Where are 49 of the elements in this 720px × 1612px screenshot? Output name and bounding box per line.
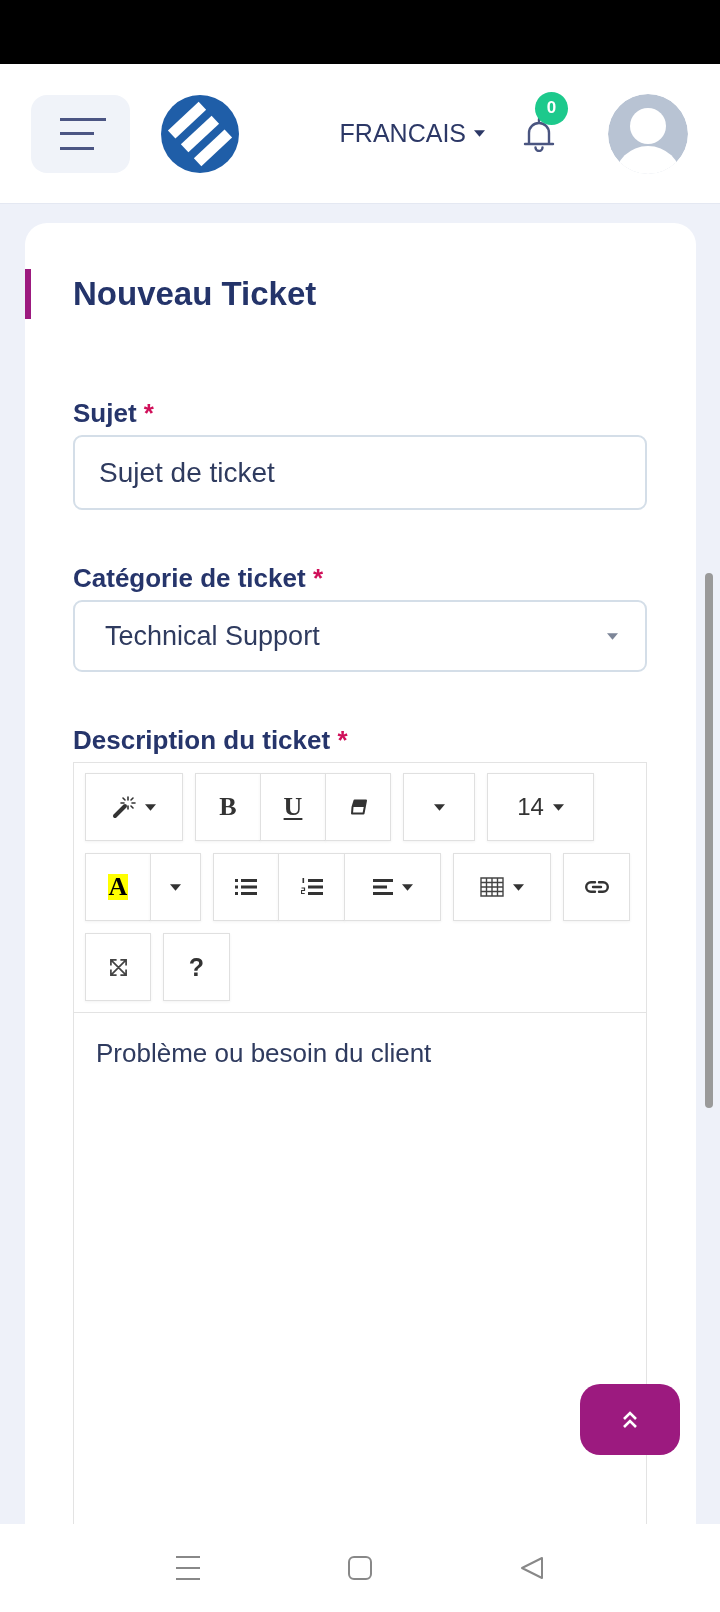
caret-icon	[433, 803, 445, 811]
expand-icon	[108, 957, 128, 977]
caret-icon	[513, 883, 524, 891]
scrollbar-thumb[interactable]	[705, 573, 713, 1108]
logo-icon[interactable]	[161, 94, 239, 173]
accent-bar	[25, 269, 31, 319]
subject-input[interactable]: Sujet de ticket	[73, 435, 647, 510]
help-button[interactable]: ?	[163, 933, 230, 1001]
caret-icon	[552, 803, 564, 811]
caret-icon	[401, 883, 413, 891]
magic-wand-icon	[112, 795, 136, 819]
nav-back-icon[interactable]	[520, 1556, 544, 1580]
link-icon	[584, 881, 609, 893]
align-button[interactable]	[344, 853, 441, 921]
fullscreen-button[interactable]	[85, 933, 151, 1001]
nav-home-icon[interactable]	[348, 1556, 372, 1580]
field-label: Description du ticket *	[73, 725, 348, 755]
align-left-icon	[372, 879, 393, 895]
bulleted-list-icon	[235, 879, 257, 895]
double-chevron-up-icon	[622, 1410, 638, 1429]
table-button[interactable]	[453, 853, 551, 921]
menu-icon	[59, 117, 106, 150]
style-button[interactable]	[85, 773, 183, 841]
table-icon	[480, 877, 504, 897]
category-select[interactable]: Technical Support	[73, 600, 647, 672]
field-label: Catégorie de ticket *	[73, 563, 323, 593]
bold-button[interactable]: B	[195, 773, 261, 841]
underline-button[interactable]: U	[260, 773, 326, 841]
caret-icon	[474, 130, 485, 137]
font-size-button[interactable]: 14	[487, 773, 594, 841]
rich-text-editor[interactable]: B U 14 A ? Problème ou besoin du client	[73, 762, 647, 1524]
caret-icon	[170, 883, 181, 891]
page-title: Nouveau Ticket	[73, 274, 317, 314]
color-menu-button[interactable]	[150, 853, 201, 921]
menu-button[interactable]	[31, 94, 130, 173]
nav-menu-icon[interactable]	[176, 1556, 200, 1580]
scroll-top-button[interactable]	[580, 1384, 680, 1455]
clear-format-button[interactable]	[325, 773, 391, 841]
text-color-button[interactable]: A	[85, 853, 151, 921]
field-label: Sujet *	[73, 398, 154, 428]
link-button[interactable]	[563, 853, 630, 921]
caret-icon	[607, 632, 618, 640]
eraser-icon	[348, 799, 368, 815]
caret-icon	[145, 803, 156, 811]
bulleted-list-button[interactable]	[213, 853, 279, 921]
language-dropdown[interactable]: FRANCAIS	[339, 119, 485, 148]
numbered-list-icon	[300, 878, 323, 896]
numbered-list-button[interactable]	[278, 853, 345, 921]
notification-badge: 0	[535, 91, 568, 125]
